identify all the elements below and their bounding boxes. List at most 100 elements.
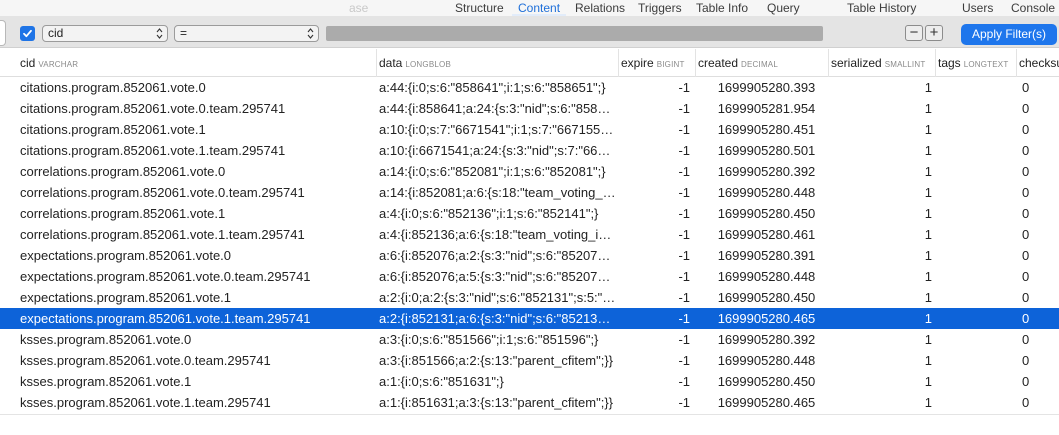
cell-checksum[interactable]: 0 [1016, 203, 1059, 224]
cell-data[interactable]: a:2:{i:0;a:2:{s:3:"nid";s:6:"852131";s:5… [379, 287, 617, 308]
cell-data[interactable]: a:44:{i:858641;a:24:{s:3:"nid";s:6:"8586… [379, 98, 617, 119]
cell-data[interactable]: a:4:{i:852136;a:6:{s:18:"team_voting_id"… [379, 224, 617, 245]
table-row[interactable]: expectations.program.852061.vote.0.team.… [0, 266, 1059, 287]
cell-serialized[interactable]: 1 [828, 392, 932, 413]
tab-table-history[interactable]: Table History [847, 0, 916, 16]
cell-cid[interactable]: correlations.program.852061.vote.0 [20, 161, 372, 182]
cell-expire[interactable]: -1 [618, 350, 690, 371]
cell-cid[interactable]: ksses.program.852061.vote.1 [20, 371, 372, 392]
remove-filter-button[interactable]: − [905, 25, 923, 41]
cell-created[interactable]: 1699905280.448 [696, 182, 827, 203]
cell-created[interactable]: 1699905280.448 [696, 350, 827, 371]
cell-tags[interactable] [936, 203, 1028, 224]
cell-expire[interactable]: -1 [618, 119, 690, 140]
table-row[interactable]: ksses.program.852061.vote.0.team.295741 a… [0, 350, 1059, 371]
cell-created[interactable]: 1699905280.501 [696, 140, 827, 161]
cell-tags[interactable] [936, 287, 1028, 308]
cell-data[interactable]: a:6:{i:852076;a:5:{s:3:"nid";s:6:"852076… [379, 266, 617, 287]
cell-cid[interactable]: correlations.program.852061.vote.1.team.… [20, 224, 372, 245]
table-row[interactable]: ksses.program.852061.vote.1 a:1:{i:0;s:6:… [0, 371, 1059, 392]
cell-expire[interactable]: -1 [618, 224, 690, 245]
cell-created[interactable]: 1699905280.450 [696, 287, 827, 308]
cell-cid[interactable]: citations.program.852061.vote.0.team.295… [20, 98, 372, 119]
cell-tags[interactable] [936, 98, 1028, 119]
cell-expire[interactable]: -1 [618, 266, 690, 287]
cell-cid[interactable]: correlations.program.852061.vote.0.team.… [20, 182, 372, 203]
column-header-created[interactable]: created DECIMAL [695, 49, 828, 77]
cell-cid[interactable]: expectations.program.852061.vote.1.team.… [20, 308, 372, 329]
table-row[interactable]: correlations.program.852061.vote.0 a:14:{… [0, 161, 1059, 182]
apply-filters-button[interactable]: Apply Filter(s) [961, 24, 1057, 45]
cell-expire[interactable]: -1 [618, 371, 690, 392]
cell-expire[interactable]: -1 [618, 77, 690, 98]
cell-checksum[interactable]: 0 [1016, 140, 1059, 161]
cell-expire[interactable]: -1 [618, 392, 690, 413]
table-row[interactable]: correlations.program.852061.vote.1 a:4:{i… [0, 203, 1059, 224]
cell-data[interactable]: a:44:{i:0;s:6:"858641";i:1;s:6:"858651";… [379, 77, 617, 98]
cell-serialized[interactable]: 1 [828, 203, 932, 224]
cell-serialized[interactable]: 1 [828, 308, 932, 329]
cell-cid[interactable]: citations.program.852061.vote.1 [20, 119, 372, 140]
filter-operator-select[interactable]: = [174, 25, 319, 42]
table-row[interactable]: ksses.program.852061.vote.1.team.295741 a… [0, 392, 1059, 413]
cell-cid[interactable]: ksses.program.852061.vote.0.team.295741 [20, 350, 372, 371]
cell-cid[interactable]: citations.program.852061.vote.1.team.295… [20, 140, 372, 161]
cell-checksum[interactable]: 0 [1016, 98, 1059, 119]
cell-serialized[interactable]: 1 [828, 224, 932, 245]
cell-serialized[interactable]: 1 [828, 371, 932, 392]
cell-tags[interactable] [936, 266, 1028, 287]
table-row[interactable]: correlations.program.852061.vote.1.team.… [0, 224, 1059, 245]
cell-created[interactable]: 1699905280.392 [696, 329, 827, 350]
column-header-cid[interactable]: cid VARCHAR [0, 49, 376, 77]
cell-tags[interactable] [936, 119, 1028, 140]
cell-data[interactable]: a:3:{i:851566;a:2:{s:13:"parent_cfitem";… [379, 350, 617, 371]
tab-triggers[interactable]: Triggers [638, 0, 682, 16]
cell-expire[interactable]: -1 [618, 329, 690, 350]
cell-tags[interactable] [936, 224, 1028, 245]
cell-cid[interactable]: ksses.program.852061.vote.0 [20, 329, 372, 350]
cell-expire[interactable]: -1 [618, 308, 690, 329]
cell-data[interactable]: a:1:{i:0;s:6:"851631";} [379, 371, 617, 392]
cell-data[interactable]: a:2:{i:852131;a:6:{s:3:"nid";s:6:"852131… [379, 308, 617, 329]
column-header-checksum[interactable]: checksu [1016, 49, 1059, 77]
table-row[interactable]: citations.program.852061.vote.0.team.295… [0, 98, 1059, 119]
cell-checksum[interactable]: 0 [1016, 77, 1059, 98]
cell-checksum[interactable]: 0 [1016, 224, 1059, 245]
cell-serialized[interactable]: 1 [828, 161, 932, 182]
cell-serialized[interactable]: 1 [828, 98, 932, 119]
cell-checksum[interactable]: 0 [1016, 182, 1059, 203]
cell-created[interactable]: 1699905280.448 [696, 266, 827, 287]
column-header-data[interactable]: data LONGBLOB [376, 49, 618, 77]
filter-enabled-checkbox[interactable] [20, 26, 35, 41]
cell-expire[interactable]: -1 [618, 161, 690, 182]
cell-checksum[interactable]: 0 [1016, 392, 1059, 413]
table-row[interactable]: citations.program.852061.vote.1 a:10:{i:0… [0, 119, 1059, 140]
table-row[interactable]: citations.program.852061.vote.1.team.295… [0, 140, 1059, 161]
cell-data[interactable]: a:3:{i:0;s:6:"851566";i:1;s:6:"851596";} [379, 329, 617, 350]
cell-created[interactable]: 1699905280.391 [696, 245, 827, 266]
tab-structure[interactable]: Structure [455, 0, 504, 16]
cell-cid[interactable]: citations.program.852061.vote.0 [20, 77, 372, 98]
column-header-tags[interactable]: tags LONGTEXT [935, 49, 1016, 77]
cell-serialized[interactable]: 1 [828, 329, 932, 350]
cell-created[interactable]: 1699905280.461 [696, 224, 827, 245]
filter-value-input[interactable] [326, 26, 823, 41]
cell-checksum[interactable]: 0 [1016, 371, 1059, 392]
tab-database[interactable]: ase [349, 0, 368, 16]
cell-created[interactable]: 1699905280.450 [696, 203, 827, 224]
cell-created[interactable]: 1699905280.392 [696, 161, 827, 182]
cell-created[interactable]: 1699905280.450 [696, 371, 827, 392]
cell-checksum[interactable]: 0 [1016, 329, 1059, 350]
cell-expire[interactable]: -1 [618, 245, 690, 266]
cell-data[interactable]: a:4:{i:0;s:6:"852136";i:1;s:6:"852141";} [379, 203, 617, 224]
cell-checksum[interactable]: 0 [1016, 161, 1059, 182]
cell-tags[interactable] [936, 350, 1028, 371]
cell-data[interactable]: a:14:{i:852081;a:6:{s:18:"team_voting_id… [379, 182, 617, 203]
cell-serialized[interactable]: 1 [828, 119, 932, 140]
cell-data[interactable]: a:1:{i:851631;a:3:{s:13:"parent_cfitem";… [379, 392, 617, 413]
cell-tags[interactable] [936, 245, 1028, 266]
cell-expire[interactable]: -1 [618, 182, 690, 203]
cell-tags[interactable] [936, 329, 1028, 350]
cell-serialized[interactable]: 1 [828, 140, 932, 161]
cell-checksum[interactable]: 0 [1016, 266, 1059, 287]
